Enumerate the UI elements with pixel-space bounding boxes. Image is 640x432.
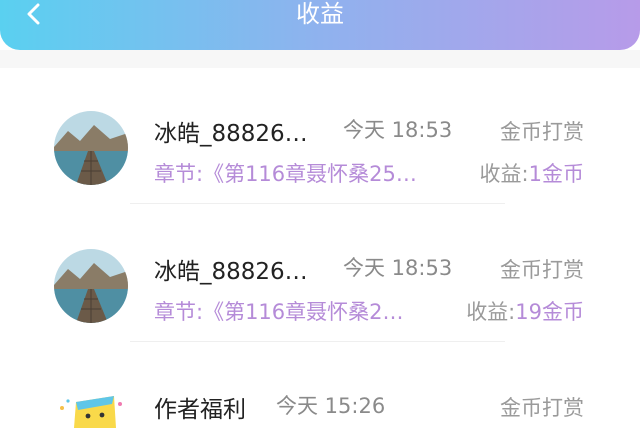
top-bar: 收益	[0, 0, 640, 50]
record-time: 今天 15:26	[276, 394, 386, 418]
income-record[interactable]: 作者福利 今天 15:26 金币打赏	[0, 344, 640, 428]
sender-name: 冰皓_88826…	[154, 259, 308, 285]
sender-name: 作者福利	[154, 397, 246, 423]
avatar	[54, 111, 128, 185]
landscape-pier-image	[54, 249, 128, 323]
earnings-value: 1金币	[528, 162, 584, 186]
divider	[130, 203, 505, 204]
earnings-value: 19金币	[515, 300, 584, 324]
header-spacer	[0, 50, 640, 68]
income-record[interactable]: 冰皓_88826… 今天 18:53 金币打赏 章节:《第116章聂怀桑25… …	[0, 68, 640, 206]
divider	[130, 341, 505, 342]
chapter-title: 章节:《第116章聂怀桑2…	[154, 300, 404, 324]
earnings-label: 收益:	[479, 162, 529, 186]
reward-type: 金币打赏	[500, 396, 584, 420]
sender-name: 冰皓_88826…	[154, 121, 308, 147]
earnings-label: 收益:	[466, 300, 516, 324]
reward-type: 金币打赏	[500, 258, 584, 282]
avatar	[54, 249, 128, 323]
page-title: 收益	[296, 0, 344, 28]
record-time: 今天 18:53	[343, 256, 453, 280]
record-time: 今天 18:53	[343, 118, 453, 142]
earnings: 收益:19金币	[466, 296, 584, 326]
earnings: 收益:1金币	[480, 158, 584, 188]
landscape-pier-image	[54, 111, 128, 185]
gift-box-icon	[54, 388, 128, 428]
reward-type: 金币打赏	[500, 120, 584, 144]
income-record[interactable]: 冰皓_88826… 今天 18:53 金币打赏 章节:《第116章聂怀桑2… 收…	[0, 206, 640, 344]
chapter-title: 章节:《第116章聂怀桑25…	[154, 162, 417, 186]
